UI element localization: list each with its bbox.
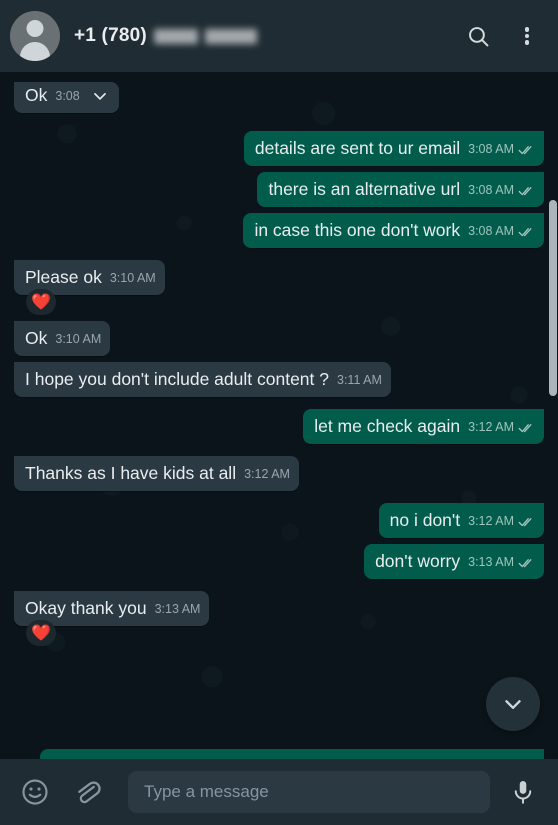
message-time: 3:08 AM <box>468 183 514 197</box>
message-time: 3:12 AM <box>468 514 514 528</box>
message-input-placeholder: Type a message <box>144 782 269 801</box>
redacted-number-block-2 <box>204 28 257 44</box>
double-check-icon <box>518 517 532 526</box>
message-row: let me check again 3:12 AM <box>14 409 544 444</box>
messages-container: Ok 3:08 details are sent to ur email 3:0… <box>14 82 544 646</box>
contact-name[interactable]: +1 (780) <box>74 25 257 47</box>
message-time: 3:13 AM <box>154 602 201 616</box>
voice-record-button[interactable] <box>506 775 540 809</box>
message-text: Thanks as I have kids at all <box>25 463 237 483</box>
emoji-smiley-icon <box>22 779 48 805</box>
message-bubble-outgoing[interactable]: no i don't 3:12 AM <box>378 503 544 538</box>
message-time: 3:11 AM <box>337 373 382 387</box>
message-meta: 3:11 AM <box>337 370 382 391</box>
message-bubble-outgoing[interactable]: in case this one don't work 3:08 AM <box>243 213 544 248</box>
message-time: 3:08 <box>55 89 80 103</box>
message-row: details are sent to ur email 3:08 AM <box>14 131 544 166</box>
message-row: Please ok 3:10 AM <box>14 260 544 295</box>
message-text: there is an alternative url <box>268 179 461 199</box>
message-time: 3:12 AM <box>468 420 514 434</box>
message-meta: 3:12 AM <box>468 417 535 438</box>
microphone-icon <box>514 781 532 804</box>
paperclip-icon <box>78 781 101 804</box>
message-bubble-outgoing-partial[interactable] <box>40 749 544 759</box>
contact-name-text: +1 (780) <box>74 25 147 46</box>
heart-icon: ❤️ <box>31 625 51 642</box>
message-row: no i don't 3:12 AM <box>14 503 544 538</box>
message-reaction[interactable]: ❤️ <box>26 289 56 315</box>
message-text: in case this one don't work <box>254 220 461 240</box>
message-input[interactable]: Type a message <box>128 771 490 813</box>
chat-header: +1 (780) <box>0 0 558 72</box>
message-meta: 3:08 AM <box>468 221 535 242</box>
overflow-menu-icon <box>524 25 530 47</box>
message-time: 3:08 AM <box>468 224 514 238</box>
message-meta: 3:08 AM <box>468 180 535 201</box>
message-meta: 3:08 AM <box>468 139 535 160</box>
message-bubble-outgoing[interactable]: there is an alternative url 3:08 AM <box>257 172 544 207</box>
message-row: Okay thank you 3:13 AM <box>14 591 544 626</box>
message-time: 3:13 AM <box>468 555 514 569</box>
message-row: Ok 3:10 AM <box>14 321 544 356</box>
message-bubble-incoming[interactable]: Ok 3:10 AM <box>14 321 111 356</box>
message-meta: 3:13 AM <box>468 552 535 573</box>
message-text: Please ok <box>25 267 102 287</box>
avatar-body-shape <box>20 42 50 61</box>
message-meta: 3:10 AM <box>55 329 101 350</box>
message-text: don't worry <box>375 551 461 571</box>
message-row: there is an alternative url 3:08 AM <box>14 172 544 207</box>
message-text: Okay thank you <box>25 598 147 618</box>
partial-message-row <box>14 749 544 759</box>
message-bubble-incoming[interactable]: I hope you don't include adult content ?… <box>14 362 391 397</box>
search-icon <box>468 26 488 46</box>
message-reaction[interactable]: ❤️ <box>26 620 56 646</box>
message-composer-bar: Type a message <box>0 759 558 825</box>
message-meta: 3:12 AM <box>468 511 535 532</box>
double-check-icon <box>518 423 532 432</box>
message-row: Thanks as I have kids at all 3:12 AM <box>14 456 544 491</box>
search-button[interactable] <box>458 16 498 56</box>
message-text: let me check again <box>314 416 461 436</box>
chat-scrollbar[interactable] <box>549 72 558 759</box>
chevron-down-icon <box>505 700 521 709</box>
double-check-icon <box>518 558 532 567</box>
message-text: Ok <box>25 85 48 105</box>
redacted-number-block-1 <box>153 28 198 44</box>
message-text: no i don't <box>389 510 461 530</box>
message-time: 3:10 AM <box>55 332 102 346</box>
message-meta: 3:12 AM <box>244 464 290 485</box>
double-check-icon <box>518 145 532 154</box>
message-time: 3:08 AM <box>468 142 514 156</box>
message-text: I hope you don't include adult content ? <box>25 369 329 389</box>
attach-button[interactable] <box>70 775 104 809</box>
message-meta: 3:13 AM <box>155 599 201 620</box>
message-meta: 3:08 <box>55 86 79 107</box>
message-bubble-incoming[interactable]: Thanks as I have kids at all 3:12 AM <box>14 456 299 491</box>
emoji-button[interactable] <box>18 775 52 809</box>
chevron-down-icon[interactable] <box>90 86 110 106</box>
double-check-icon <box>518 227 532 236</box>
message-bubble-outgoing[interactable]: details are sent to ur email 3:08 AM <box>243 131 544 166</box>
heart-icon: ❤️ <box>31 294 51 311</box>
message-bubble-outgoing[interactable]: don't worry 3:13 AM <box>364 544 544 579</box>
message-time: 3:10 AM <box>109 271 156 285</box>
message-row: I hope you don't include adult content ?… <box>14 362 544 397</box>
avatar-head-shape <box>26 20 44 37</box>
scroll-to-bottom-button[interactable] <box>486 677 540 731</box>
message-list[interactable]: Ok 3:08 details are sent to ur email 3:0… <box>0 72 558 759</box>
message-bubble-incoming[interactable]: Ok 3:08 <box>14 82 119 113</box>
message-meta: 3:10 AM <box>110 268 156 289</box>
message-text: Ok <box>25 328 48 348</box>
message-row: Ok 3:08 <box>14 82 544 113</box>
contact-avatar[interactable] <box>10 11 60 61</box>
message-bubble-outgoing[interactable]: let me check again 3:12 AM <box>303 409 544 444</box>
whatsapp-chat-screen: +1 (780) Ok 3:08 details are sent to ur … <box>0 0 558 825</box>
message-text: details are sent to ur email <box>254 138 461 158</box>
message-row: in case this one don't work 3:08 AM <box>14 213 544 248</box>
message-row: don't worry 3:13 AM <box>14 544 544 579</box>
message-time: 3:12 AM <box>244 467 290 481</box>
overflow-menu-button[interactable] <box>512 16 542 56</box>
chat-scrollbar-thumb[interactable] <box>549 200 557 396</box>
double-check-icon <box>518 186 532 195</box>
